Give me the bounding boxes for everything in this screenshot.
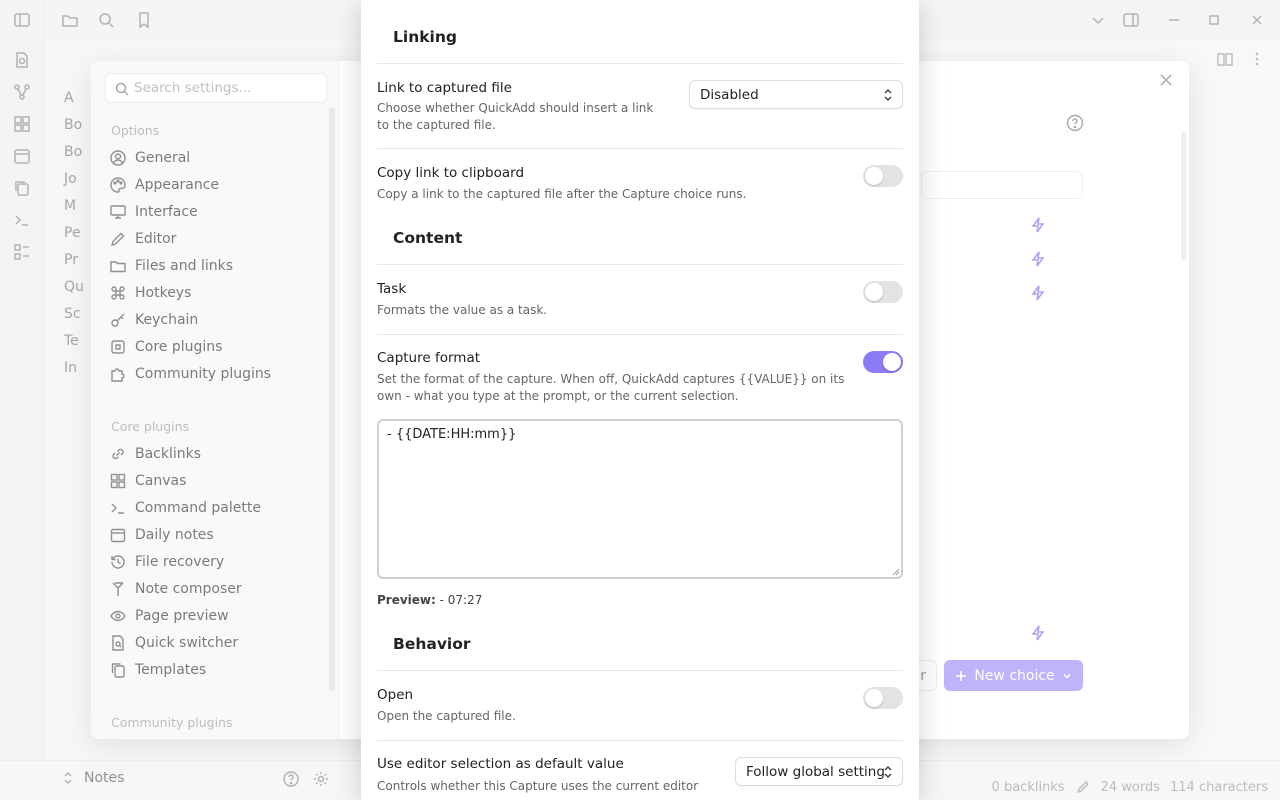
divider	[377, 334, 903, 335]
toggle-knob	[865, 689, 883, 707]
link-to-file-title: Link to captured file	[377, 80, 512, 96]
task-toggle[interactable]	[863, 281, 903, 303]
content-heading: Content	[393, 229, 463, 247]
copy-link-title: Copy link to clipboard	[377, 165, 525, 181]
divider	[377, 148, 903, 149]
copy-link-desc: Copy a link to the captured file after t…	[377, 187, 747, 201]
chevron-updown-icon	[882, 88, 894, 102]
task-desc: Formats the value as a task.	[377, 303, 548, 317]
capture-preview: Preview: - 07:27	[377, 593, 482, 607]
copy-link-toggle[interactable]	[863, 165, 903, 187]
capture-format-title: Capture format	[377, 350, 481, 366]
linking-heading: Linking	[393, 28, 457, 46]
preview-value: - 07:27	[439, 593, 483, 607]
capture-choice-modal: Linking Link to captured file Choose whe…	[361, 0, 919, 800]
capture-format-textarea[interactable]	[377, 419, 903, 579]
behavior-heading: Behavior	[393, 635, 471, 653]
link-to-file-value: Disabled	[700, 86, 759, 103]
divider	[377, 264, 903, 265]
toggle-knob	[865, 283, 883, 301]
editor-selection-value: Follow global setting	[746, 763, 885, 780]
open-title: Open	[377, 687, 414, 703]
divider	[377, 63, 903, 64]
editor-selection-title: Use editor selection as default value	[377, 756, 624, 772]
capture-format-toggle[interactable]	[863, 351, 903, 373]
task-title: Task	[377, 281, 407, 297]
toggle-knob	[883, 353, 901, 371]
open-toggle[interactable]	[863, 687, 903, 709]
divider	[377, 740, 903, 741]
link-to-file-desc: Choose whether QuickAdd should insert a …	[377, 101, 654, 132]
divider	[377, 670, 903, 671]
resize-handle-icon[interactable]	[892, 568, 900, 576]
chevron-updown-icon	[882, 765, 894, 779]
editor-selection-desc: Controls whether this Capture uses the c…	[377, 779, 699, 793]
open-desc: Open the captured file.	[377, 709, 516, 723]
toggle-knob	[865, 167, 883, 185]
capture-choice-content: Linking Link to captured file Choose whe…	[377, 0, 903, 800]
editor-selection-select[interactable]: Follow global setting	[735, 757, 903, 786]
capture-format-desc: Set the format of the capture. When off,…	[377, 372, 845, 403]
preview-label: Preview:	[377, 593, 436, 607]
link-to-file-select[interactable]: Disabled	[689, 80, 903, 109]
